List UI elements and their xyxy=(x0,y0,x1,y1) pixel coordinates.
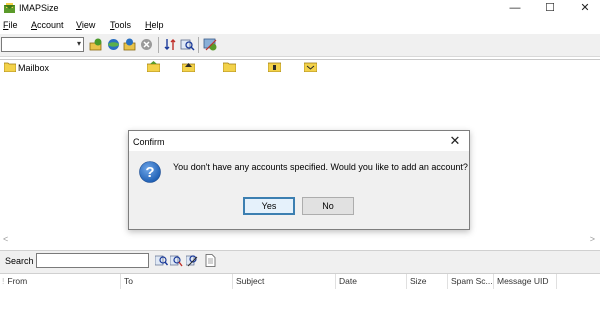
column-header-message-uid[interactable]: Message UID xyxy=(494,274,557,289)
search-mail-icon[interactable] xyxy=(180,37,195,52)
dialog-title: Confirm xyxy=(133,137,165,147)
menu-file[interactable]: File xyxy=(3,20,18,30)
menu-view[interactable]: View xyxy=(76,20,95,30)
menu-account[interactable]: Account xyxy=(31,20,64,30)
home-icon xyxy=(182,63,195,72)
menu-help[interactable]: Help xyxy=(145,20,164,30)
column-header-date[interactable]: Date xyxy=(336,274,407,289)
add-account-icon[interactable] xyxy=(106,37,121,52)
inbox-icon xyxy=(147,61,160,72)
column-header-spam-score[interactable]: Spam Sc... xyxy=(448,274,494,289)
confirm-dialog: Confirm ✕ ? You don't have any accounts … xyxy=(128,130,470,230)
document-icon[interactable] xyxy=(205,254,216,267)
close-window-button[interactable]: ✕ xyxy=(570,0,600,17)
column-header-to[interactable]: To xyxy=(121,274,233,289)
mail-icon xyxy=(304,62,317,72)
mailbox-root-label[interactable]: Mailbox xyxy=(18,63,49,73)
scroll-left-icon[interactable]: < xyxy=(3,234,8,244)
maximize-button[interactable]: ☐ xyxy=(535,0,565,17)
dialog-message: You don't have any accounts specified. W… xyxy=(173,162,468,172)
search-all-icon[interactable] xyxy=(170,254,183,267)
toolbar-separator xyxy=(158,37,159,53)
download-icon[interactable] xyxy=(122,37,137,52)
column-header-size[interactable]: Size xyxy=(407,274,448,289)
minimize-button[interactable]: — xyxy=(500,0,530,17)
sort-indicator-icon: ! xyxy=(2,276,5,286)
settings-icon[interactable] xyxy=(203,37,218,52)
advanced-search-icon[interactable] xyxy=(186,254,199,267)
chevron-down-icon[interactable]: ▾ xyxy=(77,39,81,48)
connect-icon[interactable] xyxy=(88,37,103,52)
search-input[interactable] xyxy=(36,253,149,268)
yes-button[interactable]: Yes xyxy=(243,197,295,215)
menu-tools[interactable]: Tools xyxy=(110,20,131,30)
search-icon[interactable] xyxy=(155,254,168,267)
search-label: Search xyxy=(5,256,34,266)
folder-icon xyxy=(4,62,16,72)
svg-text:?: ? xyxy=(145,164,154,181)
attachment-icon xyxy=(268,62,281,72)
scroll-right-icon[interactable]: > xyxy=(590,234,595,244)
account-select[interactable]: ▾ xyxy=(1,37,84,52)
stop-icon[interactable] xyxy=(139,37,154,52)
column-header-subject[interactable]: Subject xyxy=(233,274,336,289)
horizontal-scrollbar[interactable]: < > xyxy=(0,234,600,245)
dialog-close-button[interactable]: ✕ xyxy=(445,132,465,150)
toolbar-separator xyxy=(198,37,199,53)
window-title: IMAPSize xyxy=(19,3,59,13)
dialog-title-bar xyxy=(129,131,469,151)
app-icon xyxy=(4,3,15,13)
column-header-from[interactable]: ! From xyxy=(0,274,121,289)
sort-icon[interactable] xyxy=(163,37,178,52)
question-icon: ? xyxy=(139,161,161,183)
no-button[interactable]: No xyxy=(302,197,354,215)
folder-icon xyxy=(223,62,236,72)
